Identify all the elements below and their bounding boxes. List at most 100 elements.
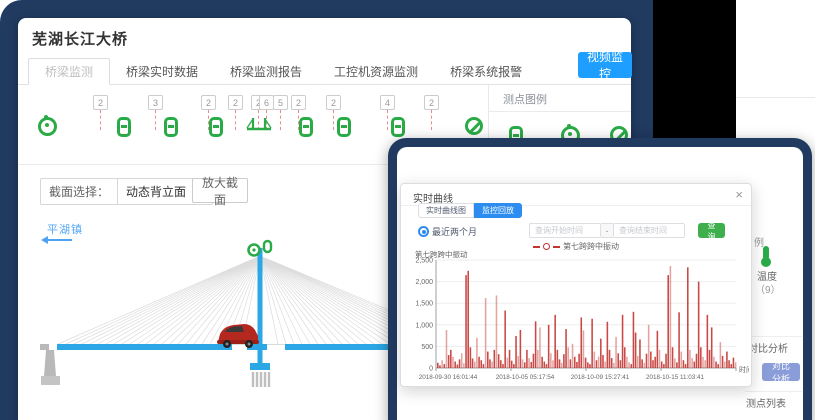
compare-analysis-title: 对比分析 <box>748 340 788 355</box>
chart-bar <box>502 364 504 368</box>
compare-analysis-button[interactable]: 对比分析 <box>762 363 800 381</box>
chart-bar <box>630 364 632 368</box>
sensor-count-badge: 2 <box>291 95 306 110</box>
chart-bar <box>691 358 693 368</box>
chart-bar <box>611 358 613 368</box>
svg-text:0: 0 <box>429 366 433 373</box>
dashed-marker-line <box>431 110 432 130</box>
svg-text:1,500: 1,500 <box>415 301 433 308</box>
dashed-marker-line <box>100 110 101 130</box>
divider <box>736 97 815 98</box>
chart-bar <box>659 350 661 368</box>
dashed-marker-line <box>155 110 156 130</box>
chart-bar <box>641 359 643 368</box>
chart-bar <box>444 364 446 368</box>
chart-bar <box>698 282 700 368</box>
chart-bar <box>663 364 665 368</box>
chart-bar <box>694 362 696 368</box>
chart-bar <box>452 357 454 368</box>
chart-bar <box>524 362 526 368</box>
chart-bar <box>648 325 650 368</box>
chart-bar <box>728 360 730 368</box>
recent-two-months-radio[interactable] <box>418 226 429 237</box>
modal-tab-group: 实时曲线图 监控回放 <box>418 203 522 218</box>
chart-bar <box>670 266 672 368</box>
chart-bar <box>552 360 554 368</box>
chart-bar <box>457 365 459 368</box>
chart-bar <box>526 350 528 368</box>
query-end-time-input[interactable] <box>613 223 685 238</box>
chart-bar <box>661 362 663 368</box>
chart-bar <box>489 359 491 368</box>
chart-bar <box>565 329 567 368</box>
main-tab-4[interactable]: 桥梁系统报警 <box>434 58 538 84</box>
chart-bar <box>461 353 463 368</box>
chart-bar <box>650 352 652 368</box>
chart-bar <box>707 315 709 368</box>
chart-bar <box>470 347 472 368</box>
chart-bar <box>585 358 587 368</box>
sensor-count-badge: 6 <box>259 95 274 110</box>
chart-bar <box>730 364 732 368</box>
chart-bar <box>702 357 704 368</box>
section-select-label: 截面选择： <box>41 183 117 200</box>
chart-bar <box>665 354 667 368</box>
chart-bar <box>715 362 717 368</box>
chart-bar <box>637 356 639 368</box>
chart-bar <box>602 355 604 368</box>
range-separator: - <box>601 223 613 238</box>
chart-bar <box>607 322 609 368</box>
chart-bar <box>683 360 685 368</box>
chart-bar <box>676 362 678 368</box>
chart-bar <box>646 354 648 368</box>
chart-bar <box>576 362 578 368</box>
chart-bar <box>550 353 552 368</box>
query-button[interactable]: 查询 <box>698 223 725 238</box>
chart-bar <box>674 359 676 369</box>
chart-bar <box>450 350 452 368</box>
sensor-count-badge: 2 <box>93 95 108 110</box>
zoom-section-button[interactable]: 放大截面 <box>192 178 248 203</box>
chart-bar <box>535 321 537 368</box>
main-tab-2[interactable]: 桥梁监测报告 <box>214 58 318 84</box>
main-tab-0[interactable]: 桥梁监测 <box>28 58 110 85</box>
chart-bar <box>561 363 563 368</box>
chart-bar <box>539 327 541 368</box>
chart-bar <box>709 350 711 368</box>
close-icon[interactable]: × <box>735 187 743 202</box>
section-select-group: 截面选择： 动态背立面 ▼ <box>40 178 213 205</box>
chart-bar <box>515 336 517 368</box>
chart-bar <box>680 352 682 368</box>
chart-bar <box>704 360 706 368</box>
chart-bar <box>509 350 511 368</box>
chart-bar <box>722 356 724 368</box>
tab-realtime-curve[interactable]: 实时曲线图 <box>418 203 474 218</box>
main-tab-1[interactable]: 桥梁实时数据 <box>110 58 214 84</box>
chart-bar <box>580 317 582 368</box>
sensor-count-badge: 2 <box>201 95 216 110</box>
chart-bar <box>557 350 559 368</box>
chart-bar <box>685 364 687 368</box>
dashed-marker-line <box>235 110 236 130</box>
no-entry-icon <box>465 117 483 135</box>
chart-bar <box>483 364 485 368</box>
chart-bar <box>507 358 509 368</box>
chart-bar <box>511 361 513 368</box>
query-start-time-input[interactable] <box>529 223 601 238</box>
bridge-tower <box>258 248 263 365</box>
chart-bar <box>439 365 441 368</box>
tab-playback[interactable]: 监控回放 <box>474 203 522 218</box>
page-title: 芜湖长江大桥 <box>32 28 128 49</box>
sensor-count-badge: 2 <box>228 95 243 110</box>
chart-bar <box>696 354 698 368</box>
chart-bar <box>476 338 478 368</box>
sensor-count-badge: 3 <box>148 95 163 110</box>
chart-bar <box>644 363 646 368</box>
chart-bar <box>735 362 737 368</box>
main-tab-3[interactable]: 工控机资源监测 <box>318 58 434 84</box>
chart-bar <box>689 350 691 368</box>
chart-bar <box>437 363 439 368</box>
chart-bar <box>609 350 611 368</box>
chart-bar <box>635 333 637 368</box>
sensor-count-badge: 4 <box>380 95 395 110</box>
